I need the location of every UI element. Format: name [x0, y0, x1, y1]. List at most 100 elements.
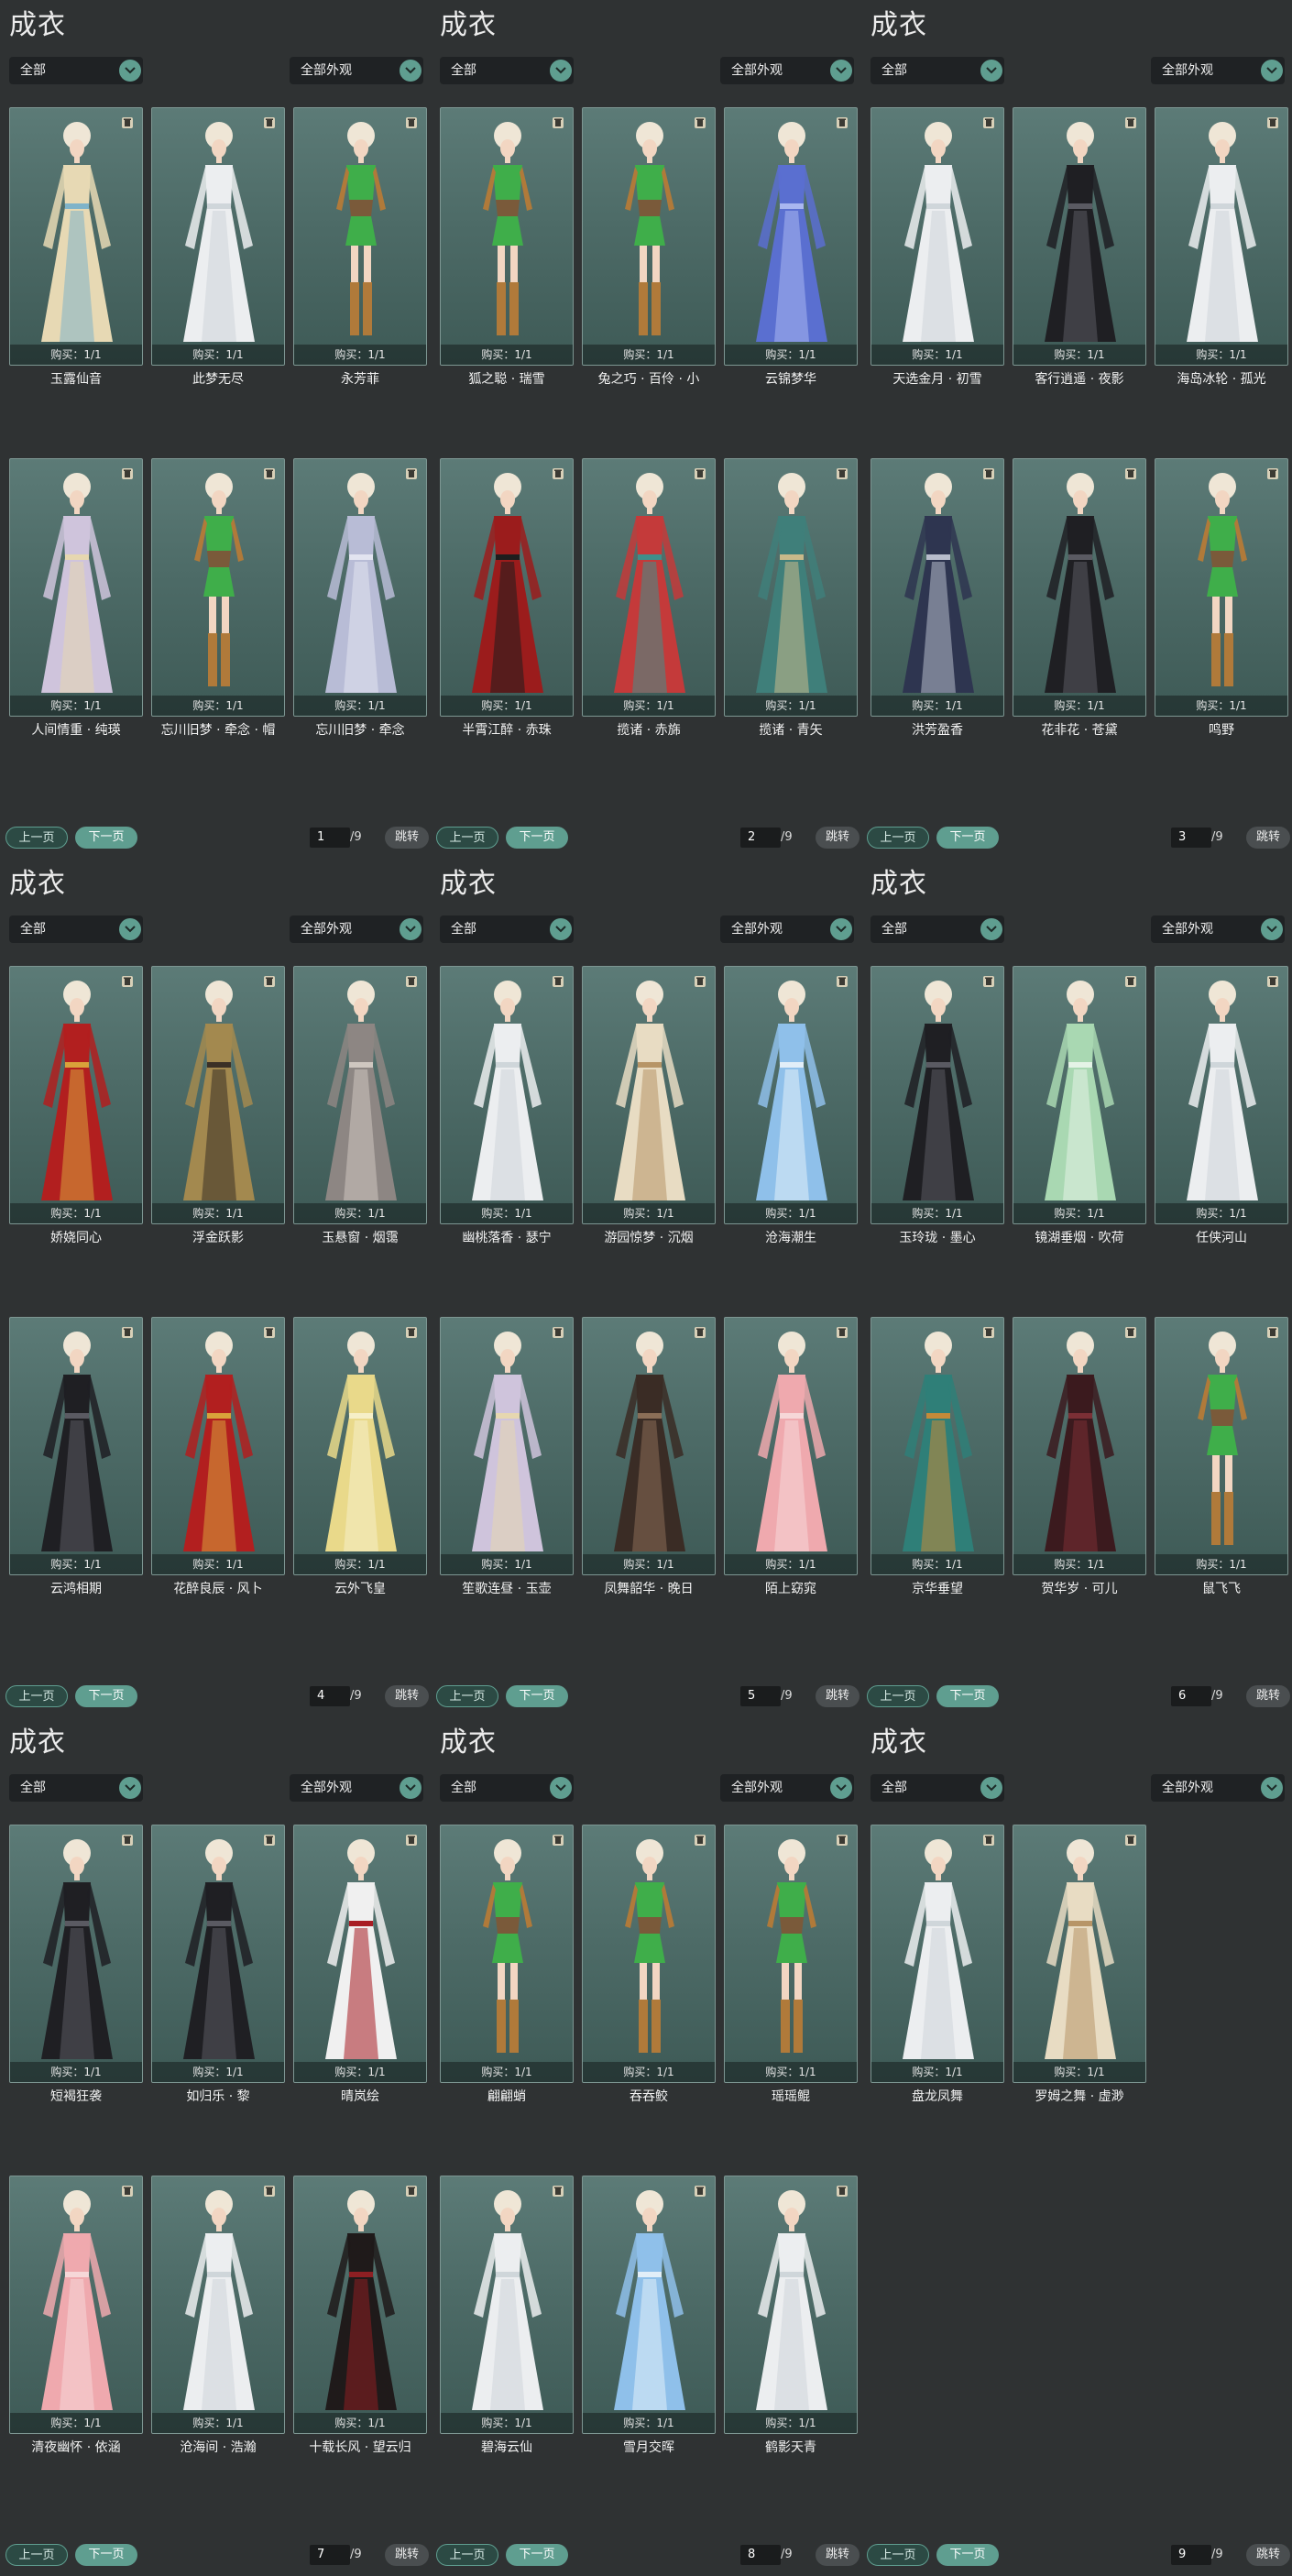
- outfit-thumbnail[interactable]: 购买：1/1: [9, 1825, 143, 2083]
- outfit-card[interactable]: 购买：1/1 云锦梦华: [724, 107, 858, 387]
- outfit-card[interactable]: 购买：1/1 揽诸 · 青矢: [724, 458, 858, 738]
- next-page-button[interactable]: 下一页: [936, 2544, 999, 2566]
- outfit-thumbnail[interactable]: 购买：1/1: [293, 1317, 427, 1575]
- outfit-thumbnail[interactable]: 购买：1/1: [151, 1825, 285, 2083]
- page-number-input[interactable]: 1: [310, 828, 350, 848]
- next-page-button[interactable]: 下一页: [75, 1685, 137, 1707]
- outfit-card[interactable]: 购买：1/1 雪月交晖: [582, 2176, 716, 2455]
- prev-page-button[interactable]: 上一页: [867, 827, 929, 849]
- outfit-thumbnail[interactable]: 购买：1/1: [151, 966, 285, 1224]
- next-page-button[interactable]: 下一页: [506, 2544, 568, 2566]
- next-page-button[interactable]: 下一页: [75, 2544, 137, 2566]
- outfit-card[interactable]: 购买：1/1 鼠飞飞: [1155, 1317, 1288, 1596]
- outfit-card[interactable]: 购买：1/1 忘川旧梦 · 牵念: [293, 458, 427, 738]
- outfit-card[interactable]: 购买：1/1 凤舞韶华 · 晚日: [582, 1317, 716, 1596]
- outfit-thumbnail[interactable]: 购买：1/1: [724, 2176, 858, 2434]
- trash-icon[interactable]: [981, 1325, 996, 1340]
- category-dropdown[interactable]: 全部: [870, 57, 1004, 84]
- chevron-down-icon[interactable]: [980, 60, 1002, 82]
- outfit-thumbnail[interactable]: 购买：1/1: [724, 1317, 858, 1575]
- outfit-thumbnail[interactable]: 购买：1/1: [440, 1825, 574, 2083]
- outfit-card[interactable]: 购买：1/1 兔之巧 · 百伶 · 小: [582, 107, 716, 387]
- chevron-down-icon[interactable]: [1261, 60, 1283, 82]
- outfit-thumbnail[interactable]: 购买：1/1: [440, 2176, 574, 2434]
- chevron-down-icon[interactable]: [400, 918, 422, 940]
- trash-icon[interactable]: [551, 115, 565, 130]
- next-page-button[interactable]: 下一页: [936, 827, 999, 849]
- outfit-thumbnail[interactable]: 购买：1/1: [1155, 1317, 1288, 1575]
- outfit-card[interactable]: 购买：1/1 沧海潮生: [724, 966, 858, 1245]
- outfit-card[interactable]: 购买：1/1 鸣野: [1155, 458, 1288, 738]
- outfit-card[interactable]: 购买：1/1 晴岚绘: [293, 1825, 427, 2104]
- chevron-down-icon[interactable]: [980, 1777, 1002, 1799]
- jump-button[interactable]: 跳转: [385, 2544, 429, 2566]
- prev-page-button[interactable]: 上一页: [5, 2544, 68, 2566]
- outfit-thumbnail[interactable]: 购买：1/1: [582, 107, 716, 366]
- outfit-thumbnail[interactable]: 购买：1/1: [151, 458, 285, 717]
- trash-icon[interactable]: [1123, 1325, 1138, 1340]
- outfit-card[interactable]: 购买：1/1 花醉良辰 · 风卜: [151, 1317, 285, 1596]
- trash-icon[interactable]: [551, 1325, 565, 1340]
- outfit-card[interactable]: 购买：1/1 京华垂望: [870, 1317, 1004, 1596]
- chevron-down-icon[interactable]: [550, 1777, 572, 1799]
- outfit-card[interactable]: 购买：1/1 半霄江醉 · 赤珠: [440, 458, 574, 738]
- category-dropdown[interactable]: 全部: [9, 57, 143, 84]
- jump-button[interactable]: 跳转: [385, 1685, 429, 1707]
- trash-icon[interactable]: [404, 1325, 419, 1340]
- appearance-dropdown[interactable]: 全部外观: [290, 1774, 423, 1802]
- trash-icon[interactable]: [1265, 1325, 1280, 1340]
- trash-icon[interactable]: [262, 2184, 277, 2198]
- outfit-card[interactable]: 购买：1/1 洪芳盈香: [870, 458, 1004, 738]
- outfit-thumbnail[interactable]: 购买：1/1: [582, 966, 716, 1224]
- outfit-thumbnail[interactable]: 购买：1/1: [440, 966, 574, 1224]
- trash-icon[interactable]: [981, 466, 996, 481]
- appearance-dropdown[interactable]: 全部外观: [720, 57, 854, 84]
- outfit-card[interactable]: 购买：1/1 娇娆同心: [9, 966, 143, 1245]
- outfit-thumbnail[interactable]: 购买：1/1: [724, 1825, 858, 2083]
- outfit-thumbnail[interactable]: 购买：1/1: [870, 1825, 1004, 2083]
- trash-icon[interactable]: [120, 466, 135, 481]
- outfit-thumbnail[interactable]: 购买：1/1: [870, 1317, 1004, 1575]
- outfit-card[interactable]: 购买：1/1 忘川旧梦 · 牵念 · 帽: [151, 458, 285, 738]
- page-number-input[interactable]: 4: [310, 1686, 350, 1706]
- chevron-down-icon[interactable]: [119, 918, 141, 940]
- outfit-thumbnail[interactable]: 购买：1/1: [582, 1825, 716, 2083]
- outfit-card[interactable]: 购买：1/1 盘龙凤舞: [870, 1825, 1004, 2104]
- outfit-thumbnail[interactable]: 购买：1/1: [870, 966, 1004, 1224]
- trash-icon[interactable]: [835, 1325, 849, 1340]
- outfit-card[interactable]: 购买：1/1 客行逍遥 · 夜影: [1013, 107, 1146, 387]
- outfit-card[interactable]: 购买：1/1 幽桃落香 · 瑟宁: [440, 966, 574, 1245]
- category-dropdown[interactable]: 全部: [440, 57, 574, 84]
- outfit-thumbnail[interactable]: 购买：1/1: [440, 458, 574, 717]
- outfit-thumbnail[interactable]: 购买：1/1: [1155, 458, 1288, 717]
- trash-icon[interactable]: [404, 1833, 419, 1847]
- outfit-thumbnail[interactable]: 购买：1/1: [724, 458, 858, 717]
- outfit-card[interactable]: 购买：1/1 笙歌连昼 · 玉壶: [440, 1317, 574, 1596]
- outfit-thumbnail[interactable]: 购买：1/1: [293, 1825, 427, 2083]
- trash-icon[interactable]: [262, 974, 277, 989]
- appearance-dropdown[interactable]: 全部外观: [1151, 57, 1285, 84]
- category-dropdown[interactable]: 全部: [9, 1774, 143, 1802]
- trash-icon[interactable]: [693, 1325, 707, 1340]
- outfit-thumbnail[interactable]: 购买：1/1: [293, 2176, 427, 2434]
- trash-icon[interactable]: [981, 1833, 996, 1847]
- outfit-card[interactable]: 购买：1/1 清夜幽怀 · 依涵: [9, 2176, 143, 2455]
- trash-icon[interactable]: [262, 466, 277, 481]
- trash-icon[interactable]: [551, 1833, 565, 1847]
- appearance-dropdown[interactable]: 全部外观: [720, 1774, 854, 1802]
- jump-button[interactable]: 跳转: [816, 827, 860, 849]
- outfit-card[interactable]: 购买：1/1 此梦无尽: [151, 107, 285, 387]
- outfit-thumbnail[interactable]: 购买：1/1: [1013, 1317, 1146, 1575]
- jump-button[interactable]: 跳转: [1246, 1685, 1290, 1707]
- appearance-dropdown[interactable]: 全部外观: [290, 915, 423, 943]
- trash-icon[interactable]: [262, 1325, 277, 1340]
- outfit-card[interactable]: 购买：1/1 瑶瑶鲲: [724, 1825, 858, 2104]
- trash-icon[interactable]: [1265, 115, 1280, 130]
- outfit-card[interactable]: 购买：1/1 人间情重 · 纯瑛: [9, 458, 143, 738]
- trash-icon[interactable]: [835, 974, 849, 989]
- outfit-thumbnail[interactable]: 购买：1/1: [1155, 107, 1288, 366]
- chevron-down-icon[interactable]: [830, 1777, 852, 1799]
- outfit-card[interactable]: 购买：1/1 游园惊梦 · 沉烟: [582, 966, 716, 1245]
- trash-icon[interactable]: [1123, 974, 1138, 989]
- outfit-card[interactable]: 购买：1/1 玉悬窗 · 烟霭: [293, 966, 427, 1245]
